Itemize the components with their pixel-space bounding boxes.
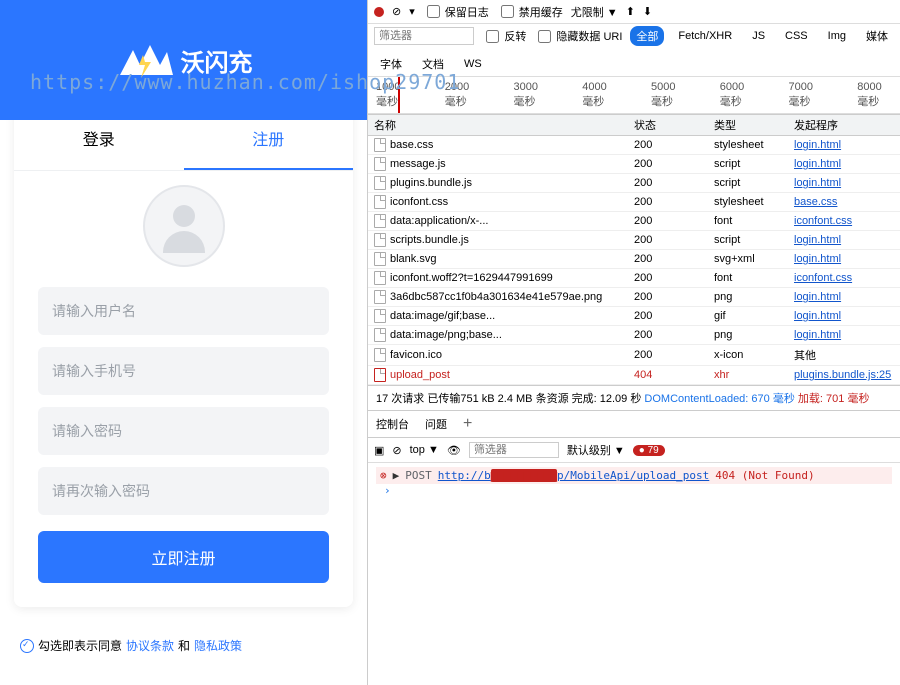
network-table: 名称 状态 类型 发起程序 base.css200stylesheetlogin… <box>368 114 900 385</box>
type-ws[interactable]: WS <box>458 56 488 72</box>
file-icon <box>374 368 386 382</box>
upload-icon[interactable]: ⬆ <box>626 5 635 18</box>
network-row[interactable]: iconfont.woff2?t=1629447991699200fontico… <box>368 269 900 288</box>
logo: 沃闪充 <box>115 40 253 80</box>
console-body: ⊗ ▶ POST http://b▆▆▆▆▆▆▆▆▆▆p/MobileApi/u… <box>368 463 900 685</box>
network-row[interactable]: plugins.bundle.js200scriptlogin.html <box>368 174 900 193</box>
logo-text: 沃闪充 <box>181 43 253 78</box>
clear-icon[interactable]: ⊘ <box>392 5 401 18</box>
filter-icon[interactable]: ▾ <box>409 5 415 18</box>
banner: 沃闪充 <box>0 0 367 120</box>
type-js[interactable]: JS <box>746 28 771 44</box>
file-icon <box>374 309 386 323</box>
add-tab-icon[interactable]: + <box>463 415 472 433</box>
console-filter[interactable] <box>469 442 559 458</box>
agree-and: 和 <box>178 637 190 654</box>
col-status[interactable]: 状态 <box>634 117 714 133</box>
hide-data-check[interactable]: 隐藏数据 URI <box>534 27 622 46</box>
network-row[interactable]: iconfont.css200stylesheetbase.css <box>368 193 900 212</box>
avatar-placeholder[interactable] <box>143 185 225 267</box>
console-error-line[interactable]: ⊗ ▶ POST http://b▆▆▆▆▆▆▆▆▆▆p/MobileApi/u… <box>376 467 892 484</box>
col-initiator[interactable]: 发起程序 <box>794 117 894 133</box>
register-button[interactable]: 立即注册 <box>38 531 329 583</box>
timeline[interactable]: 1000 毫秒 2000 毫秒 3000 毫秒 4000 毫秒 5000 毫秒 … <box>368 77 900 114</box>
type-all[interactable]: 全部 <box>630 26 664 46</box>
file-icon <box>374 176 386 190</box>
network-row[interactable]: message.js200scriptlogin.html <box>368 155 900 174</box>
file-icon <box>374 348 386 362</box>
level-select[interactable]: 默认级别 ▼ <box>567 442 625 458</box>
console-prompt[interactable]: › <box>376 484 892 497</box>
network-row[interactable]: upload_post404xhrplugins.bundle.js:25 <box>368 366 900 385</box>
filter-toolbar: 反转 隐藏数据 URI 全部 Fetch/XHR JS CSS Img 媒体 字… <box>368 24 900 77</box>
throttle-select[interactable]: 尤限制 ▼ <box>571 4 618 20</box>
devtools-top-toolbar: ⊘ ▾ 保留日志 禁用缓存 尤限制 ▼ ⬆ ⬇ <box>368 0 900 24</box>
file-icon <box>374 328 386 342</box>
network-row[interactable]: favicon.ico200x-icon其他 <box>368 345 900 366</box>
eye-icon[interactable]: 👁 <box>447 444 461 457</box>
network-row[interactable]: blank.svg200svg+xmllogin.html <box>368 250 900 269</box>
error-count[interactable]: ● 79 <box>633 445 665 456</box>
register-card: 登录 注册 立即注册 <box>14 108 353 607</box>
type-img[interactable]: Img <box>822 28 852 44</box>
type-doc[interactable]: 文档 <box>416 54 450 74</box>
clear-console-icon[interactable]: ⊘ <box>392 444 401 457</box>
context-select[interactable]: top ▼ <box>410 444 439 456</box>
file-icon <box>374 157 386 171</box>
mobile-preview: 沃闪充 https://www.huzhan.com/ishop29701 登录… <box>0 0 367 685</box>
network-row[interactable]: data:image/gif;base...200giflogin.html <box>368 307 900 326</box>
type-media[interactable]: 媒体 <box>860 26 894 46</box>
invert-check[interactable]: 反转 <box>482 27 526 46</box>
download-icon[interactable]: ⬇ <box>643 5 652 18</box>
file-icon <box>374 271 386 285</box>
col-name[interactable]: 名称 <box>374 117 634 133</box>
devtools-panel: ⊘ ▾ 保留日志 禁用缓存 尤限制 ▼ ⬆ ⬇ 反转 隐藏数据 URI 全部 F… <box>367 0 900 685</box>
sidebar-icon[interactable]: ▣ <box>374 444 384 457</box>
check-icon[interactable] <box>20 639 34 653</box>
file-icon <box>374 195 386 209</box>
type-xhr[interactable]: Fetch/XHR <box>672 28 738 44</box>
phone-input[interactable] <box>38 347 329 395</box>
file-icon <box>374 252 386 266</box>
disable-cache[interactable]: 禁用缓存 <box>497 2 563 21</box>
tab-console[interactable]: 控制台 <box>376 416 409 432</box>
password-confirm-input[interactable] <box>38 467 329 515</box>
file-icon <box>374 290 386 304</box>
filter-input[interactable] <box>374 27 474 45</box>
file-icon <box>374 233 386 247</box>
network-row[interactable]: scripts.bundle.js200scriptlogin.html <box>368 231 900 250</box>
error-url[interactable]: http://b▆▆▆▆▆▆▆▆▆▆p/MobileApi/upload_pos… <box>438 469 710 482</box>
username-input[interactable] <box>38 287 329 335</box>
console-toolbar: ▣ ⊘ top ▼ 👁 默认级别 ▼ ● 79 <box>368 438 900 463</box>
network-row[interactable]: data:application/x-...200fonticonfont.cs… <box>368 212 900 231</box>
network-summary: 17 次请求 已传输751 kB 2.4 MB 条资源 完成: 12.09 秒 … <box>368 385 900 411</box>
file-icon <box>374 214 386 228</box>
type-font[interactable]: 字体 <box>374 54 408 74</box>
console-tabs: 控制台 问题 + <box>368 411 900 438</box>
tab-issues[interactable]: 问题 <box>425 416 447 432</box>
password-input[interactable] <box>38 407 329 455</box>
logo-icon <box>115 40 175 80</box>
col-type[interactable]: 类型 <box>714 117 794 133</box>
preserve-log[interactable]: 保留日志 <box>423 2 489 21</box>
error-icon: ⊗ <box>380 469 387 482</box>
network-row[interactable]: data:image/png;base...200pnglogin.html <box>368 326 900 345</box>
type-css[interactable]: CSS <box>779 28 814 44</box>
privacy-link[interactable]: 隐私政策 <box>194 637 242 654</box>
network-row[interactable]: base.css200stylesheetlogin.html <box>368 136 900 155</box>
expand-icon[interactable]: ▶ <box>393 469 400 482</box>
record-icon[interactable] <box>374 7 384 17</box>
file-icon <box>374 138 386 152</box>
agree-prefix: 勾选即表示同意 <box>38 637 122 654</box>
terms-link[interactable]: 协议条款 <box>126 637 174 654</box>
agreement-row: 勾选即表示同意 协议条款 和 隐私政策 <box>20 637 347 654</box>
network-row[interactable]: 3a6dbc587cc1f0b4a301634e41e579ae.png200p… <box>368 288 900 307</box>
